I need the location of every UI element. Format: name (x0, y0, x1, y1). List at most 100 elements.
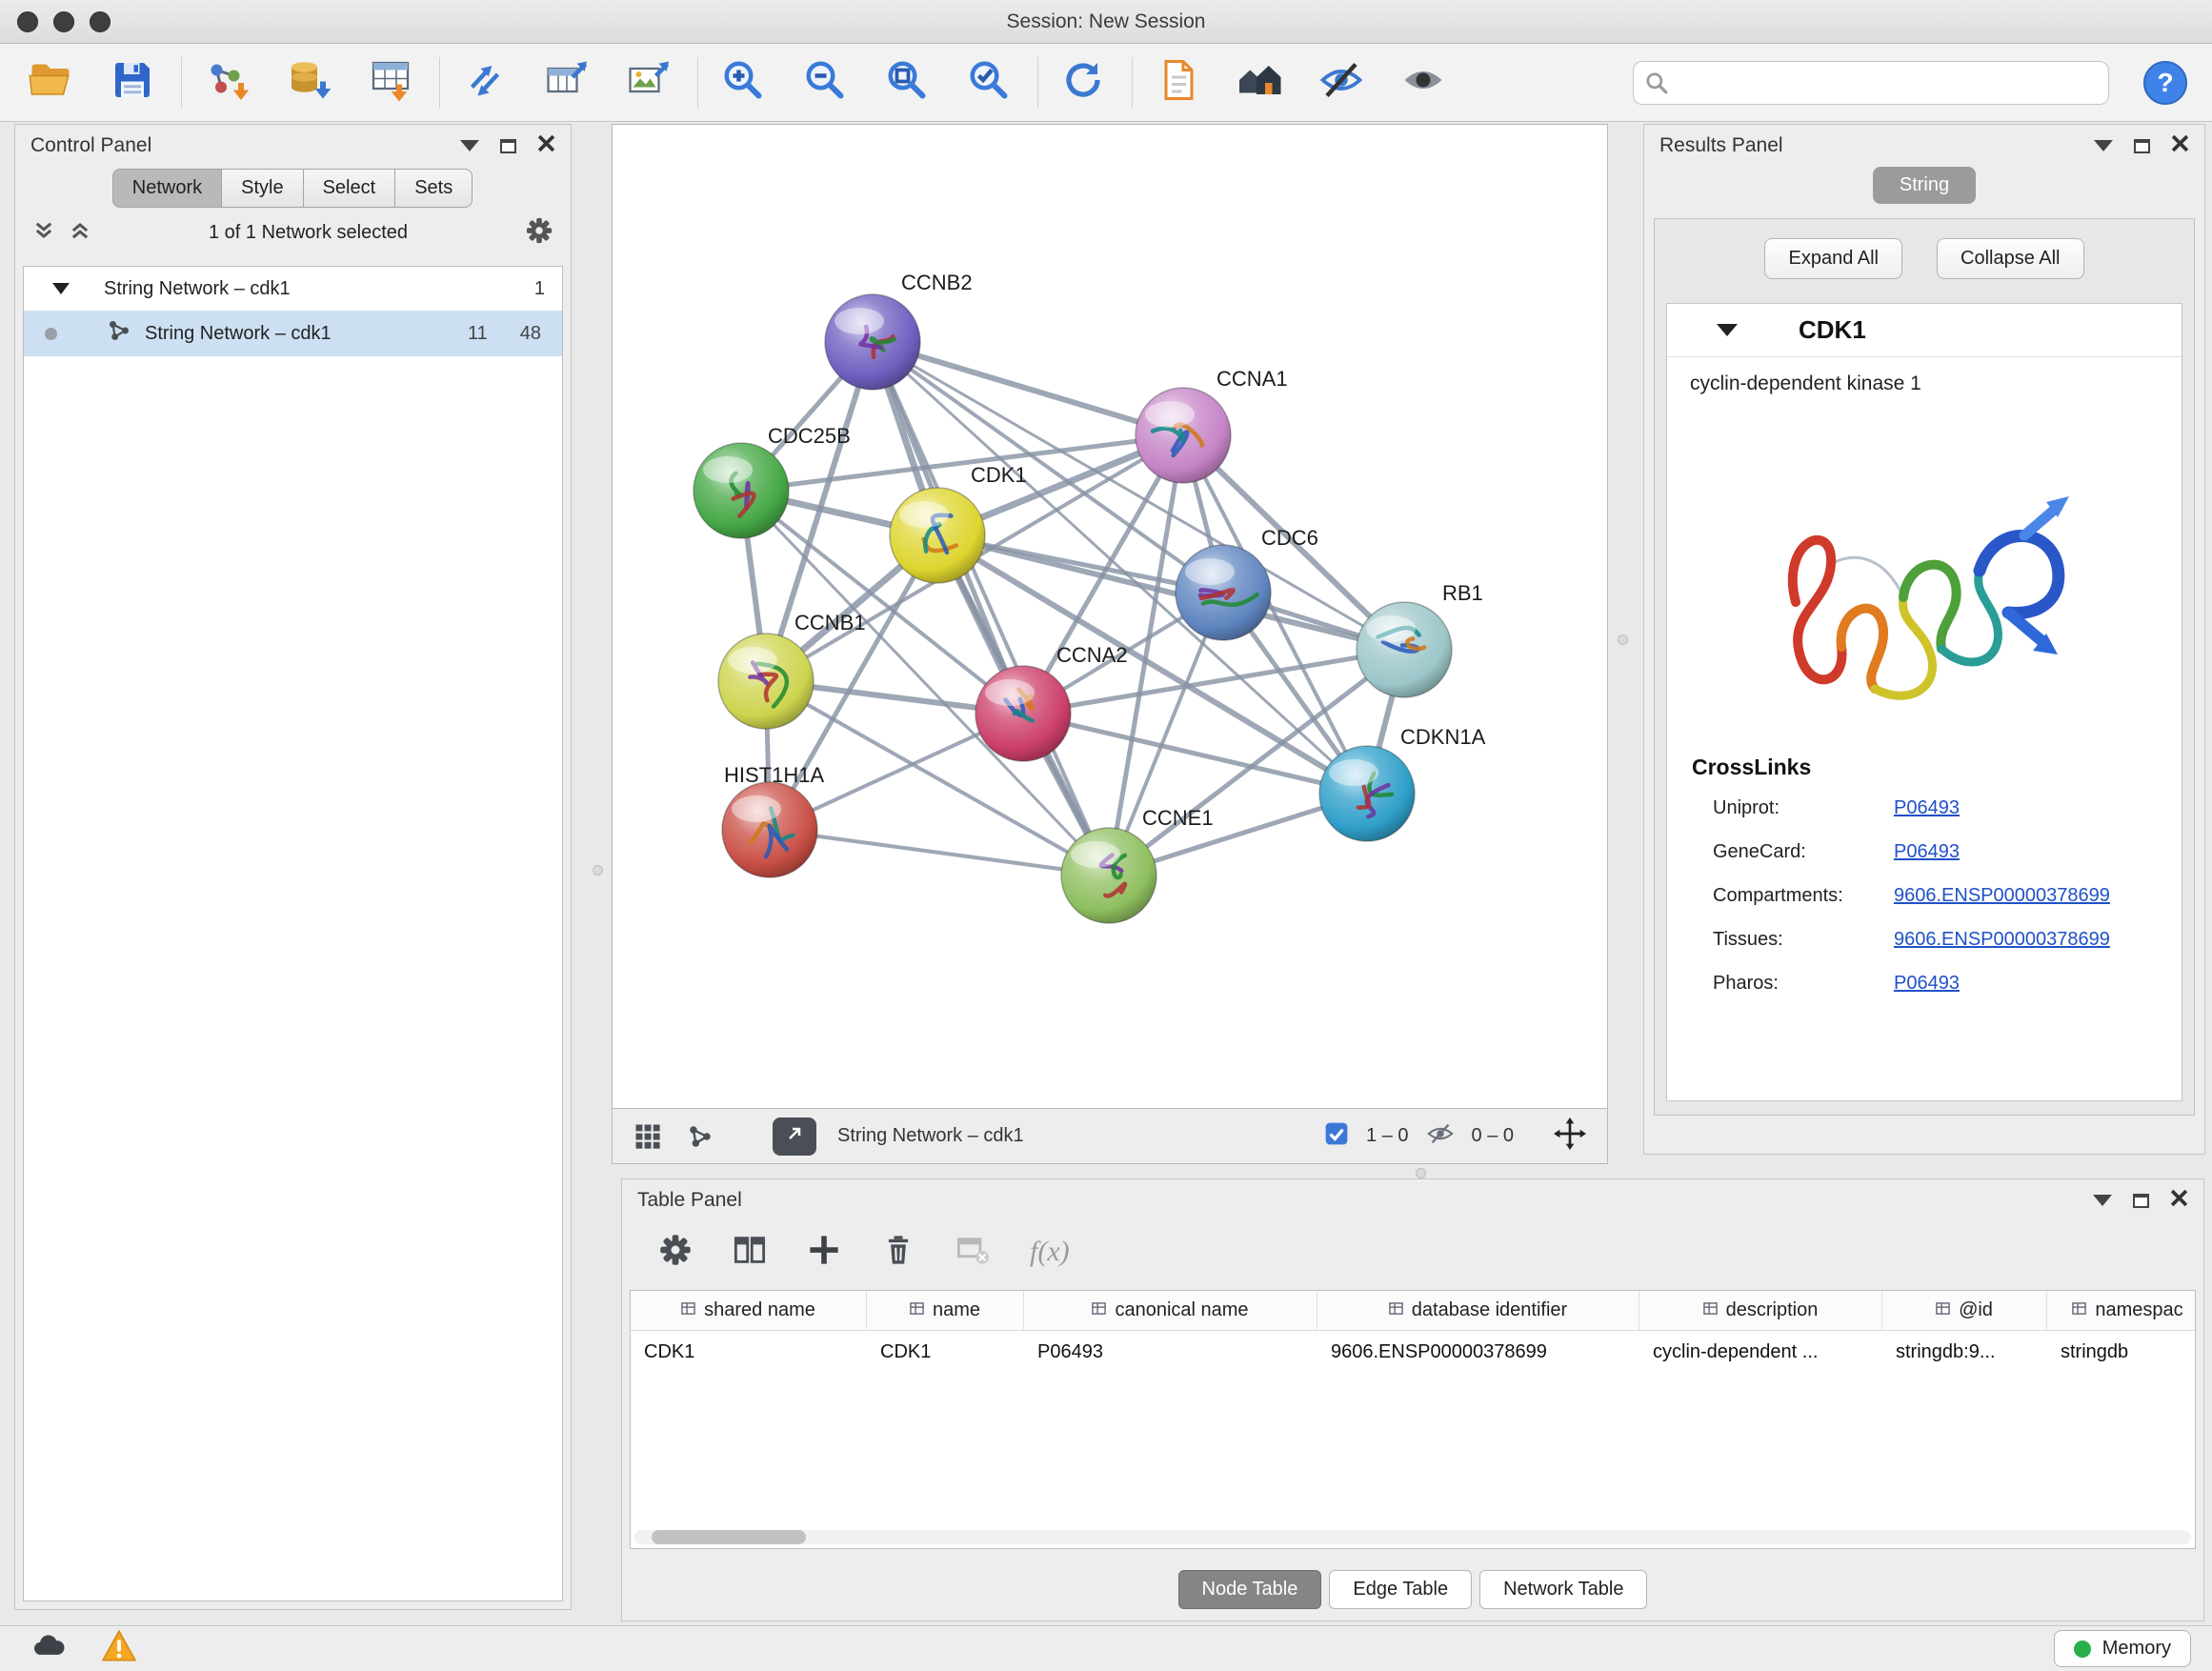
network-node-CCNA1[interactable] (1136, 388, 1231, 483)
search-input[interactable] (1633, 61, 2109, 105)
delete-column-trash-icon[interactable] (881, 1233, 915, 1272)
column-header-shared-name[interactable]: shared name (631, 1291, 867, 1330)
table-cell[interactable]: P06493 (1024, 1341, 1317, 1363)
node-details-header[interactable]: CDK1 (1667, 304, 2182, 357)
network-node-CDK1[interactable] (890, 488, 985, 583)
close-panel-icon[interactable] (2170, 1189, 2188, 1212)
network-node-CDC25B[interactable] (694, 443, 789, 538)
tab-style[interactable]: Style (221, 169, 303, 208)
table-cell[interactable]: 9606.ENSP00000378699 (1317, 1341, 1639, 1363)
zoom-fit-button[interactable] (881, 57, 933, 109)
new-network-from-selection-button[interactable] (459, 57, 511, 109)
float-panel-icon[interactable] (500, 139, 516, 153)
float-panel-icon[interactable] (2134, 139, 2150, 153)
table-cell[interactable]: stringdb (2047, 1341, 2196, 1363)
table-settings-gear-icon[interactable] (658, 1233, 693, 1272)
function-builder-button[interactable]: f(x) (1030, 1236, 1070, 1268)
table-cell[interactable]: CDK1 (631, 1341, 867, 1363)
close-panel-icon[interactable] (2171, 134, 2189, 157)
zoom-selected-button[interactable] (963, 57, 1015, 109)
cloud-status-button[interactable] (21, 1630, 76, 1668)
network-node-CCNB2[interactable] (825, 294, 920, 390)
collapse-panel-icon[interactable] (2093, 1195, 2112, 1206)
collapse-all-networks-icon[interactable] (32, 219, 55, 247)
network-node-CCNB1[interactable] (718, 634, 814, 729)
grid-view-icon[interactable] (633, 1122, 662, 1151)
import-network-file-button[interactable] (201, 57, 252, 109)
string-home-button[interactable] (1234, 57, 1285, 109)
splitter-handle[interactable] (593, 865, 603, 876)
network-share-icon[interactable] (687, 1123, 714, 1150)
crosslink-compartments-link[interactable]: 9606.ENSP00000378699 (1894, 885, 2110, 907)
zoom-out-button[interactable] (799, 57, 851, 109)
import-network-database-button[interactable] (283, 57, 334, 109)
close-window-button[interactable] (17, 11, 38, 32)
selected-checkbox-icon[interactable] (1324, 1121, 1349, 1151)
network-edge-CDK1-RB1[interactable] (937, 535, 1404, 650)
tab-network-table[interactable]: Network Table (1479, 1570, 1647, 1609)
network-node-CDC6[interactable] (1176, 545, 1271, 640)
show-graphics-button[interactable] (1398, 57, 1449, 109)
network-edge-HIST1H1A-CCNE1[interactable] (770, 830, 1109, 876)
add-column-plus-icon[interactable] (807, 1233, 841, 1272)
network-edge-CCNB2-CCNE1[interactable] (873, 342, 1109, 876)
import-table-button[interactable] (365, 57, 416, 109)
column-header--id[interactable]: @id (1882, 1291, 2047, 1330)
refresh-layout-button[interactable] (1057, 57, 1109, 109)
table-cell[interactable]: stringdb:9... (1882, 1341, 2047, 1363)
expand-all-networks-icon[interactable] (69, 219, 91, 247)
crosslink-tissues-link[interactable]: 9606.ENSP00000378699 (1894, 929, 2110, 951)
tab-node-table[interactable]: Node Table (1178, 1570, 1322, 1609)
collapse-panel-icon[interactable] (2094, 140, 2113, 151)
crosslink-pharos-link[interactable]: P06493 (1894, 973, 1960, 995)
network-node-CDKN1A[interactable] (1319, 746, 1415, 841)
splitter-handle[interactable] (1416, 1168, 1426, 1178)
select-columns-icon[interactable] (733, 1233, 767, 1272)
export-image-button[interactable] (623, 57, 674, 109)
network-row-selected[interactable]: String Network – cdk1 11 48 (24, 311, 562, 356)
splitter-handle[interactable] (1618, 634, 1628, 645)
tab-select[interactable]: Select (303, 169, 396, 208)
zoom-window-button[interactable] (90, 11, 111, 32)
zoom-in-button[interactable] (717, 57, 769, 109)
column-header-description[interactable]: description (1639, 1291, 1882, 1330)
tab-sets[interactable]: Sets (394, 169, 473, 208)
help-button[interactable]: ? (2143, 61, 2187, 105)
network-node-CCNA2[interactable] (975, 666, 1071, 761)
table-row[interactable]: CDK1CDK1P064939606.ENSP00000378699cyclin… (631, 1331, 2195, 1373)
close-panel-icon[interactable] (537, 134, 555, 157)
hide-graphics-button[interactable] (1316, 57, 1367, 109)
collapse-all-button[interactable]: Collapse All (1937, 238, 2084, 279)
tree-expand-icon[interactable] (52, 283, 70, 294)
float-panel-icon[interactable] (2133, 1194, 2149, 1208)
save-session-button[interactable] (107, 57, 158, 109)
table-cell[interactable]: CDK1 (867, 1341, 1024, 1363)
pan-crosshair-icon[interactable] (1554, 1117, 1586, 1155)
column-header-canonical-name[interactable]: canonical name (1024, 1291, 1317, 1330)
horizontal-scrollbar[interactable] (634, 1530, 2191, 1544)
memory-button[interactable]: Memory (2054, 1630, 2191, 1667)
column-header-namespac[interactable]: namespac (2047, 1291, 2196, 1330)
detach-view-button[interactable] (773, 1117, 816, 1156)
network-edge-CCNB2-CCNA1[interactable] (873, 342, 1183, 435)
export-table-button[interactable] (541, 57, 593, 109)
expand-all-button[interactable]: Expand All (1764, 238, 1902, 279)
network-collection-row[interactable]: String Network – cdk1 1 (24, 267, 562, 311)
tab-edge-table[interactable]: Edge Table (1329, 1570, 1472, 1609)
section-expand-icon[interactable] (1717, 324, 1738, 336)
network-canvas[interactable]: CCNB2CCNA1CDC25BCDK1CDC6RB1CCNB1CCNA2CDK… (612, 124, 1608, 1109)
tab-network[interactable]: Network (112, 169, 222, 208)
hidden-eye-slash-icon[interactable] (1426, 1119, 1455, 1153)
crosslink-genecard-link[interactable]: P06493 (1894, 841, 1960, 863)
open-session-button[interactable] (25, 57, 76, 109)
table-cell[interactable]: cyclin-dependent ... (1639, 1341, 1882, 1363)
network-node-RB1[interactable] (1357, 602, 1452, 697)
network-options-gear-icon[interactable] (525, 216, 553, 250)
crosslink-uniprot-link[interactable]: P06493 (1894, 797, 1960, 819)
scrollbar-thumb[interactable] (652, 1530, 806, 1544)
network-node-HIST1H1A[interactable] (722, 782, 817, 877)
collapse-panel-icon[interactable] (460, 140, 479, 151)
minimize-window-button[interactable] (53, 11, 74, 32)
copy-document-button[interactable] (1152, 57, 1203, 109)
tab-string[interactable]: String (1873, 167, 1976, 204)
